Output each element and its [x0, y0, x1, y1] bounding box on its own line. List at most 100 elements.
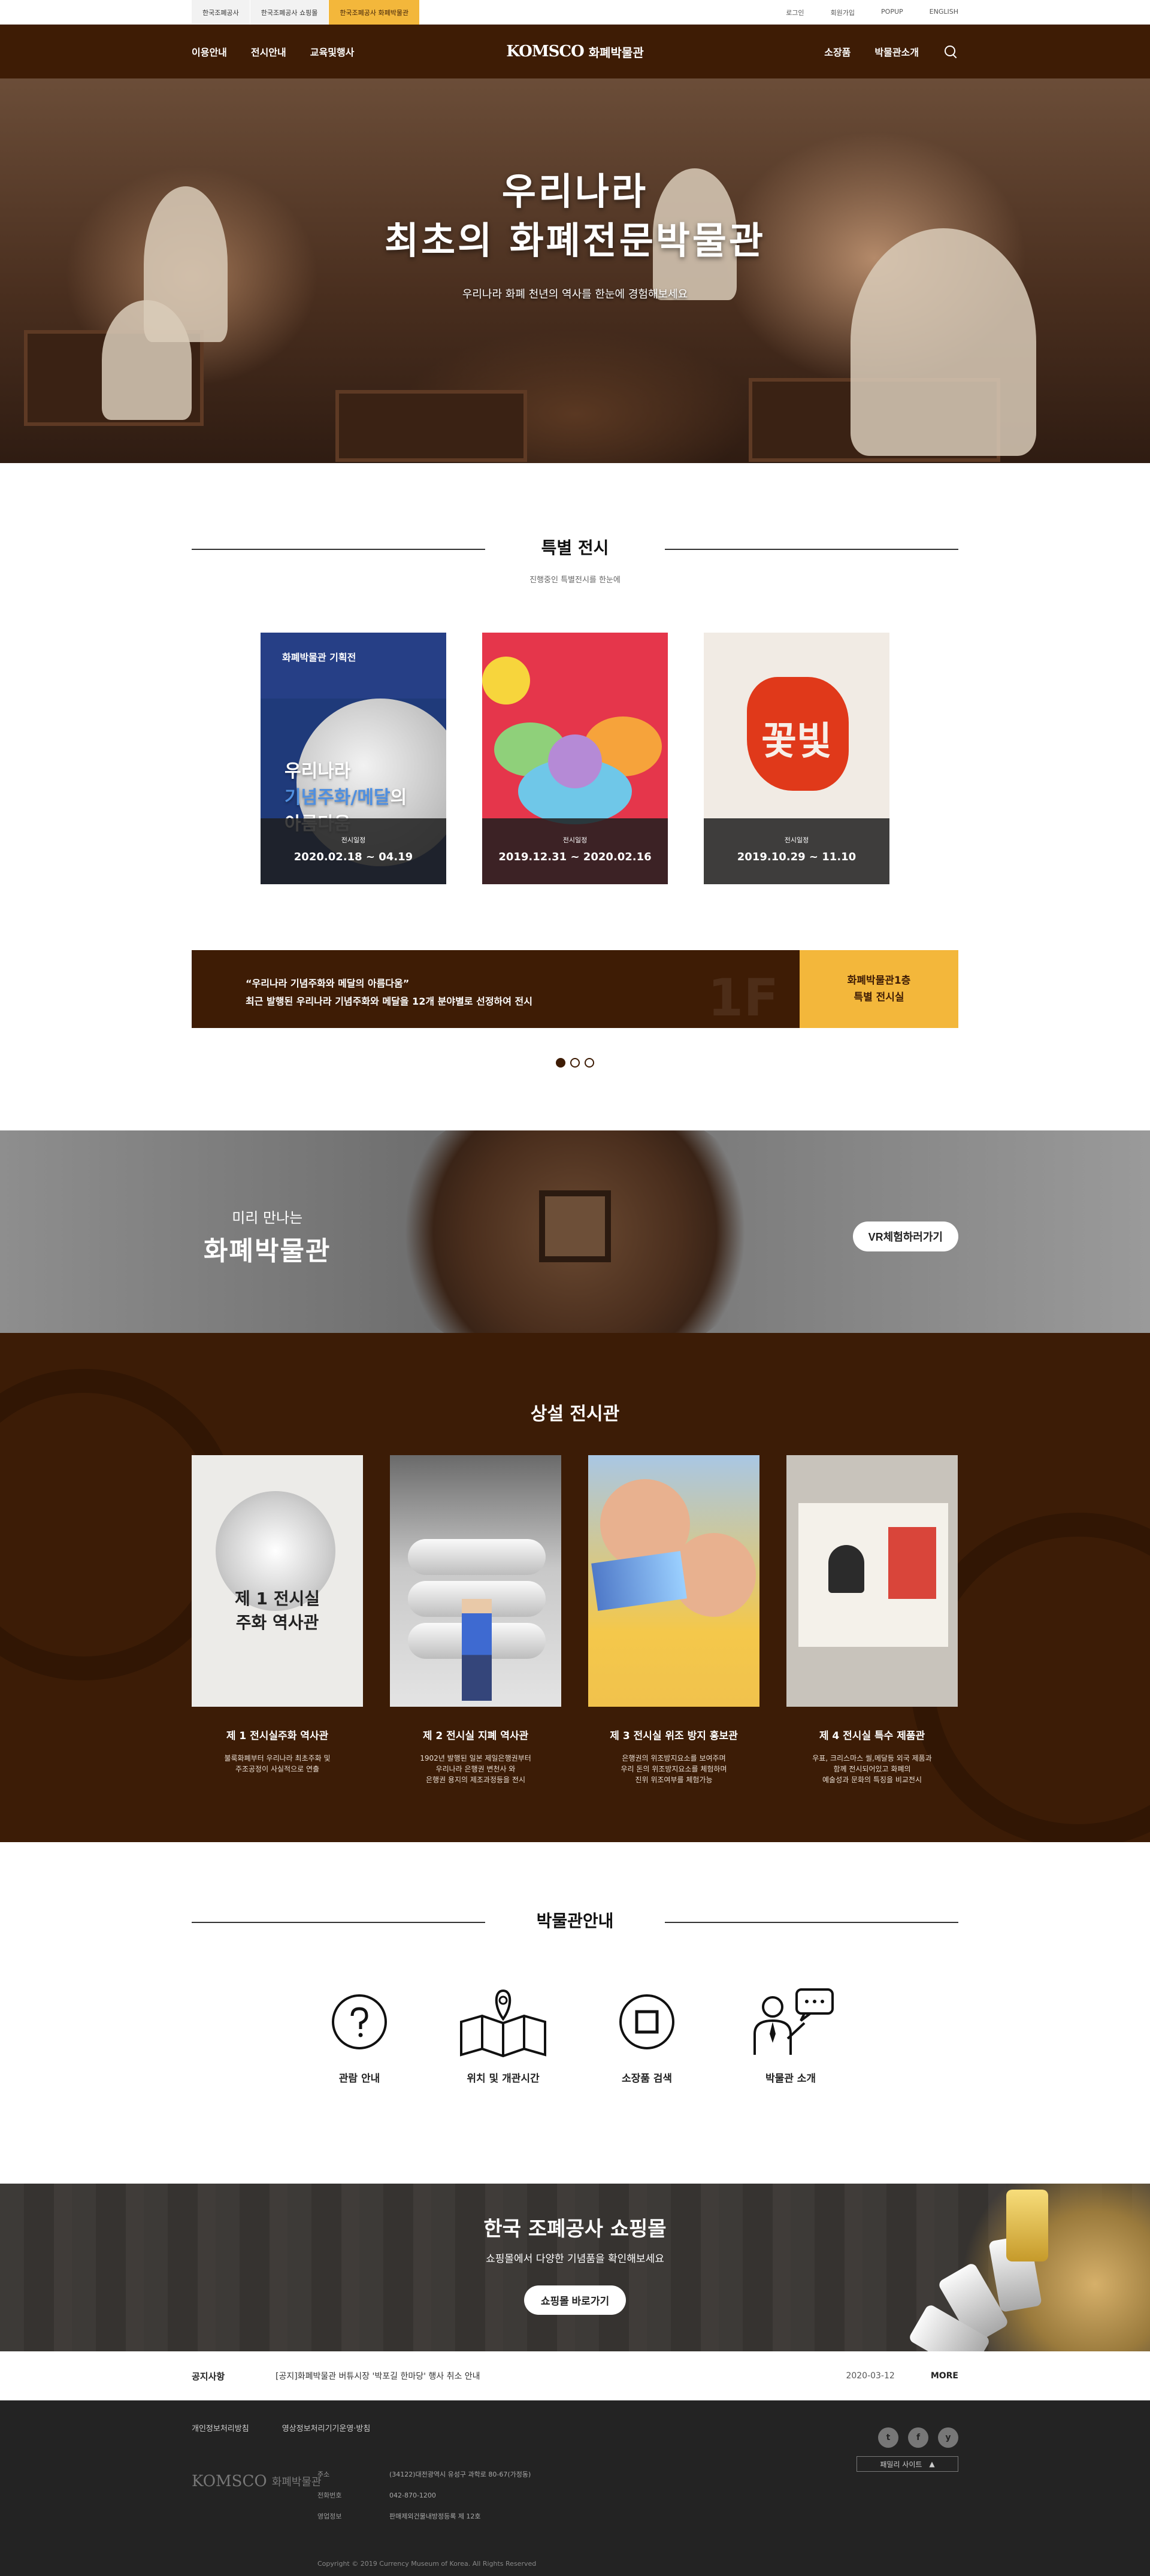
family-site-select[interactable]: 패밀리 사이트 ▲: [857, 2456, 958, 2472]
social-links: t f y: [878, 2427, 958, 2448]
copyright: Copyright © 2019 Currency Museum of Kore…: [317, 2560, 537, 2568]
search-icon[interactable]: [943, 44, 958, 59]
site-logo[interactable]: KOMSCO 화폐박물관: [506, 43, 643, 61]
card-caption-label: 전시일정: [784, 836, 809, 844]
shop-link-button[interactable]: 쇼핑몰 바로가기: [523, 2285, 627, 2315]
hall-desc-line: 불룩화폐부터 우리나라 최초주화 및: [224, 1754, 331, 1762]
info-key: 주소: [317, 2471, 330, 2478]
hall-title: 제 4 전시실 특수 제품관: [819, 1730, 925, 1742]
hall-title: 제 1 전시실주화 역사관: [226, 1730, 329, 1742]
exhibition-detail-banner[interactable]: “우리나라 기념주화와 메달의 아름다움” 최근 발행된 우리나라 기념주화와 …: [192, 950, 958, 1028]
nav-education[interactable]: 교육및행사: [310, 44, 355, 59]
shop-subtitle: 쇼핑몰에서 다양한 기념품을 확인해보세요: [486, 2253, 664, 2265]
footer-info: 주소 (34122)대전광역시 유성구 과학로 80-67(가정동) 전화번호 04…: [317, 2470, 531, 2533]
guide-links: 관람 안내 위치 및 개관시간 소장품 검색 박물관 소개: [192, 1986, 958, 2085]
stamp-display: [888, 1527, 936, 1599]
guide-link-collection[interactable]: 소장품 검색: [602, 1986, 692, 2085]
banner-location: 화폐박물관1층 특별 전시실: [800, 950, 958, 1028]
hero-title: 우리나라 최초의 화폐전문박물관: [0, 167, 1150, 265]
permanent-card[interactable]: 제 4 전시실 특수 제품관 우표, 크리스마스 씰,메달등 외국 제품과 함께…: [786, 1455, 958, 1785]
slider-dot[interactable]: [556, 1058, 565, 1068]
hall-image: [390, 1455, 561, 1707]
info-value: (34122)대전광역시 유성구 과학로 80-67(가정동): [389, 2471, 531, 2478]
worker-figure: [462, 1599, 492, 1701]
banner-desc: 최근 발행된 우리나라 기념주화와 메달을 12개 분야별로 선정하여 전시: [246, 996, 532, 1007]
permanent-card[interactable]: 제 1 전시실 주화 역사관 제 1 전시실주화 역사관 불룩화폐부터 우리나라…: [192, 1455, 363, 1785]
hero-scene-box: [335, 390, 527, 462]
hall-desc-line: 은행권의 위조방지요소를 보여주며: [622, 1754, 726, 1762]
hall-desc-line: 주조공정이 사실적으로 연출: [235, 1765, 320, 1773]
twitter-icon[interactable]: t: [878, 2427, 898, 2448]
hall-title: 제 3 전시실 위조 방지 홍보관: [610, 1730, 738, 1742]
privacy-policy-link[interactable]: 개인정보처리방침: [192, 2422, 249, 2433]
vr-text: 미리 만나는 화폐박물관: [204, 1206, 331, 1268]
exhibition-card[interactable]: 전시일정 2019.12.31 ~ 2020.02.16: [482, 633, 668, 884]
hero-title-line2: 최초의 화폐전문박물관: [385, 219, 765, 262]
divider-line: [192, 1922, 485, 1923]
art-blob: [482, 657, 530, 705]
popup-link[interactable]: POPUP: [881, 8, 903, 17]
card-caption-label: 전시일정: [562, 836, 588, 844]
notice-more-link[interactable]: MORE: [931, 2371, 958, 2381]
site-tab-komsco[interactable]: 한국조폐공사: [192, 0, 250, 25]
divider-line: [665, 1922, 958, 1923]
facebook-icon[interactable]: f: [908, 2427, 928, 2448]
info-value: 판매제외건물내방정등록 제 12호: [389, 2512, 481, 2520]
youtube-icon[interactable]: y: [938, 2427, 958, 2448]
slider-dot[interactable]: [570, 1058, 580, 1068]
site-tab-shop[interactable]: 한국조폐공사 쇼핑몰: [250, 0, 329, 25]
exhibition-card[interactable]: 화폐박물관 기획전 우리나라 기념주화/메달의 아름다움 전시일정 2020.0…: [261, 633, 446, 884]
site-tabs: 한국조폐공사 한국조폐공사 쇼핑몰 한국조폐공사 화폐박물관: [192, 0, 420, 25]
english-link[interactable]: ENGLISH: [930, 8, 958, 17]
hall-desc-line: 진위 위조여부를 체험가능: [635, 1776, 713, 1784]
hall-image: [588, 1455, 759, 1707]
vr-experience-button[interactable]: VR체험하러가기: [852, 1222, 958, 1251]
card-headline-line: 우리나라: [285, 761, 351, 782]
collection-square-icon: [619, 1994, 674, 2049]
hall-desc: 은행권의 위조방지요소를 보여주며 우리 돈의 위조방지요소를 체험하며 진위 …: [588, 1753, 759, 1785]
footer-logo-mark: KOMSCO: [192, 2472, 267, 2490]
info-value: 042-870-1200: [389, 2492, 436, 2499]
notice-label: 공지사항: [192, 2371, 225, 2382]
divider-line: [192, 549, 485, 550]
hall-desc: 불룩화폐부터 우리나라 최초주화 및 주조공정이 사실적으로 연출: [192, 1753, 363, 1774]
hero-banner: 우리나라 최초의 화폐전문박물관 우리나라 화폐 천년의 역사를 한눈에 경험해…: [0, 78, 1150, 463]
hall-image-line: 제 1 전시실: [234, 1589, 320, 1609]
hall-desc-line: 예술성과 문화의 특징을 비교전시: [822, 1776, 922, 1784]
site-tab-museum[interactable]: 한국조폐공사 화폐박물관: [329, 0, 420, 25]
permanent-card[interactable]: 제 2 전시실 지폐 역사관 1902년 발행된 일본 제일은행권부터 우리나라…: [390, 1455, 561, 1785]
footer-logo: KOMSCO 화폐박물관: [192, 2472, 322, 2490]
guide-link-visit[interactable]: 관람 안내: [314, 1986, 404, 2085]
signup-link[interactable]: 회원가입: [831, 8, 855, 17]
card-caption-date: 2019.12.31 ~ 2020.02.16: [498, 851, 652, 863]
brush-art-text: 꽃빛: [761, 719, 832, 764]
child-figure: [672, 1533, 756, 1617]
util-links: 로그인 회원가입 POPUP ENGLISH: [786, 8, 958, 17]
nav-usage-guide[interactable]: 이용안내: [192, 44, 227, 59]
utility-bar: 한국조폐공사 한국조폐공사 쇼핑몰 한국조폐공사 화폐박물관 로그인 회원가입 …: [0, 0, 1150, 25]
hall-desc: 우표, 크리스마스 씰,메달등 외국 제품과 함께 전시되어있고 화폐의 예술성…: [786, 1753, 958, 1785]
card-caption-date: 2020.02.18 ~ 04.19: [293, 851, 413, 863]
guide-link-about[interactable]: 박물관 소개: [746, 1986, 836, 2085]
portrait-display: [828, 1545, 864, 1593]
permanent-card[interactable]: 제 3 전시실 위조 방지 홍보관 은행권의 위조방지요소를 보여주며 우리 돈…: [588, 1455, 759, 1785]
exhibition-card[interactable]: 꽃빛 전시일정 2019.10.29 ~ 11.10: [704, 633, 889, 884]
nav-collection[interactable]: 소장품: [824, 44, 851, 59]
shop-title: 한국 조폐공사 쇼핑몰: [483, 2217, 667, 2241]
nav-exhibition[interactable]: 전시안내: [251, 44, 286, 59]
login-link[interactable]: 로그인: [786, 8, 804, 17]
chevron-up-icon: ▲: [929, 2460, 935, 2468]
vr-section: 미리 만나는 화폐박물관 VR체험하러가기: [0, 1130, 1150, 1333]
hall-image-text: 제 1 전시실 주화 역사관: [192, 1587, 363, 1635]
nav-about[interactable]: 박물관소개: [874, 44, 919, 59]
banner-location-line: 화폐박물관1층: [847, 975, 911, 987]
guide-link-location[interactable]: 위치 및 개관시간: [458, 1986, 548, 2085]
coin-square-hole: [539, 1190, 611, 1262]
section-title: 상설 전시관: [530, 1404, 620, 1425]
cctv-policy-link[interactable]: 영상정보처리기기운영·방침: [282, 2422, 371, 2433]
divider-line: [665, 549, 958, 550]
floor-watermark: 1F: [707, 968, 779, 1028]
map-pin-icon: [460, 1989, 546, 2058]
notice-title-link[interactable]: [공지]화폐박물관 버튜시장 '박포길 한마당' 행사 취소 안내: [276, 2370, 846, 2382]
slider-dot[interactable]: [585, 1058, 594, 1068]
